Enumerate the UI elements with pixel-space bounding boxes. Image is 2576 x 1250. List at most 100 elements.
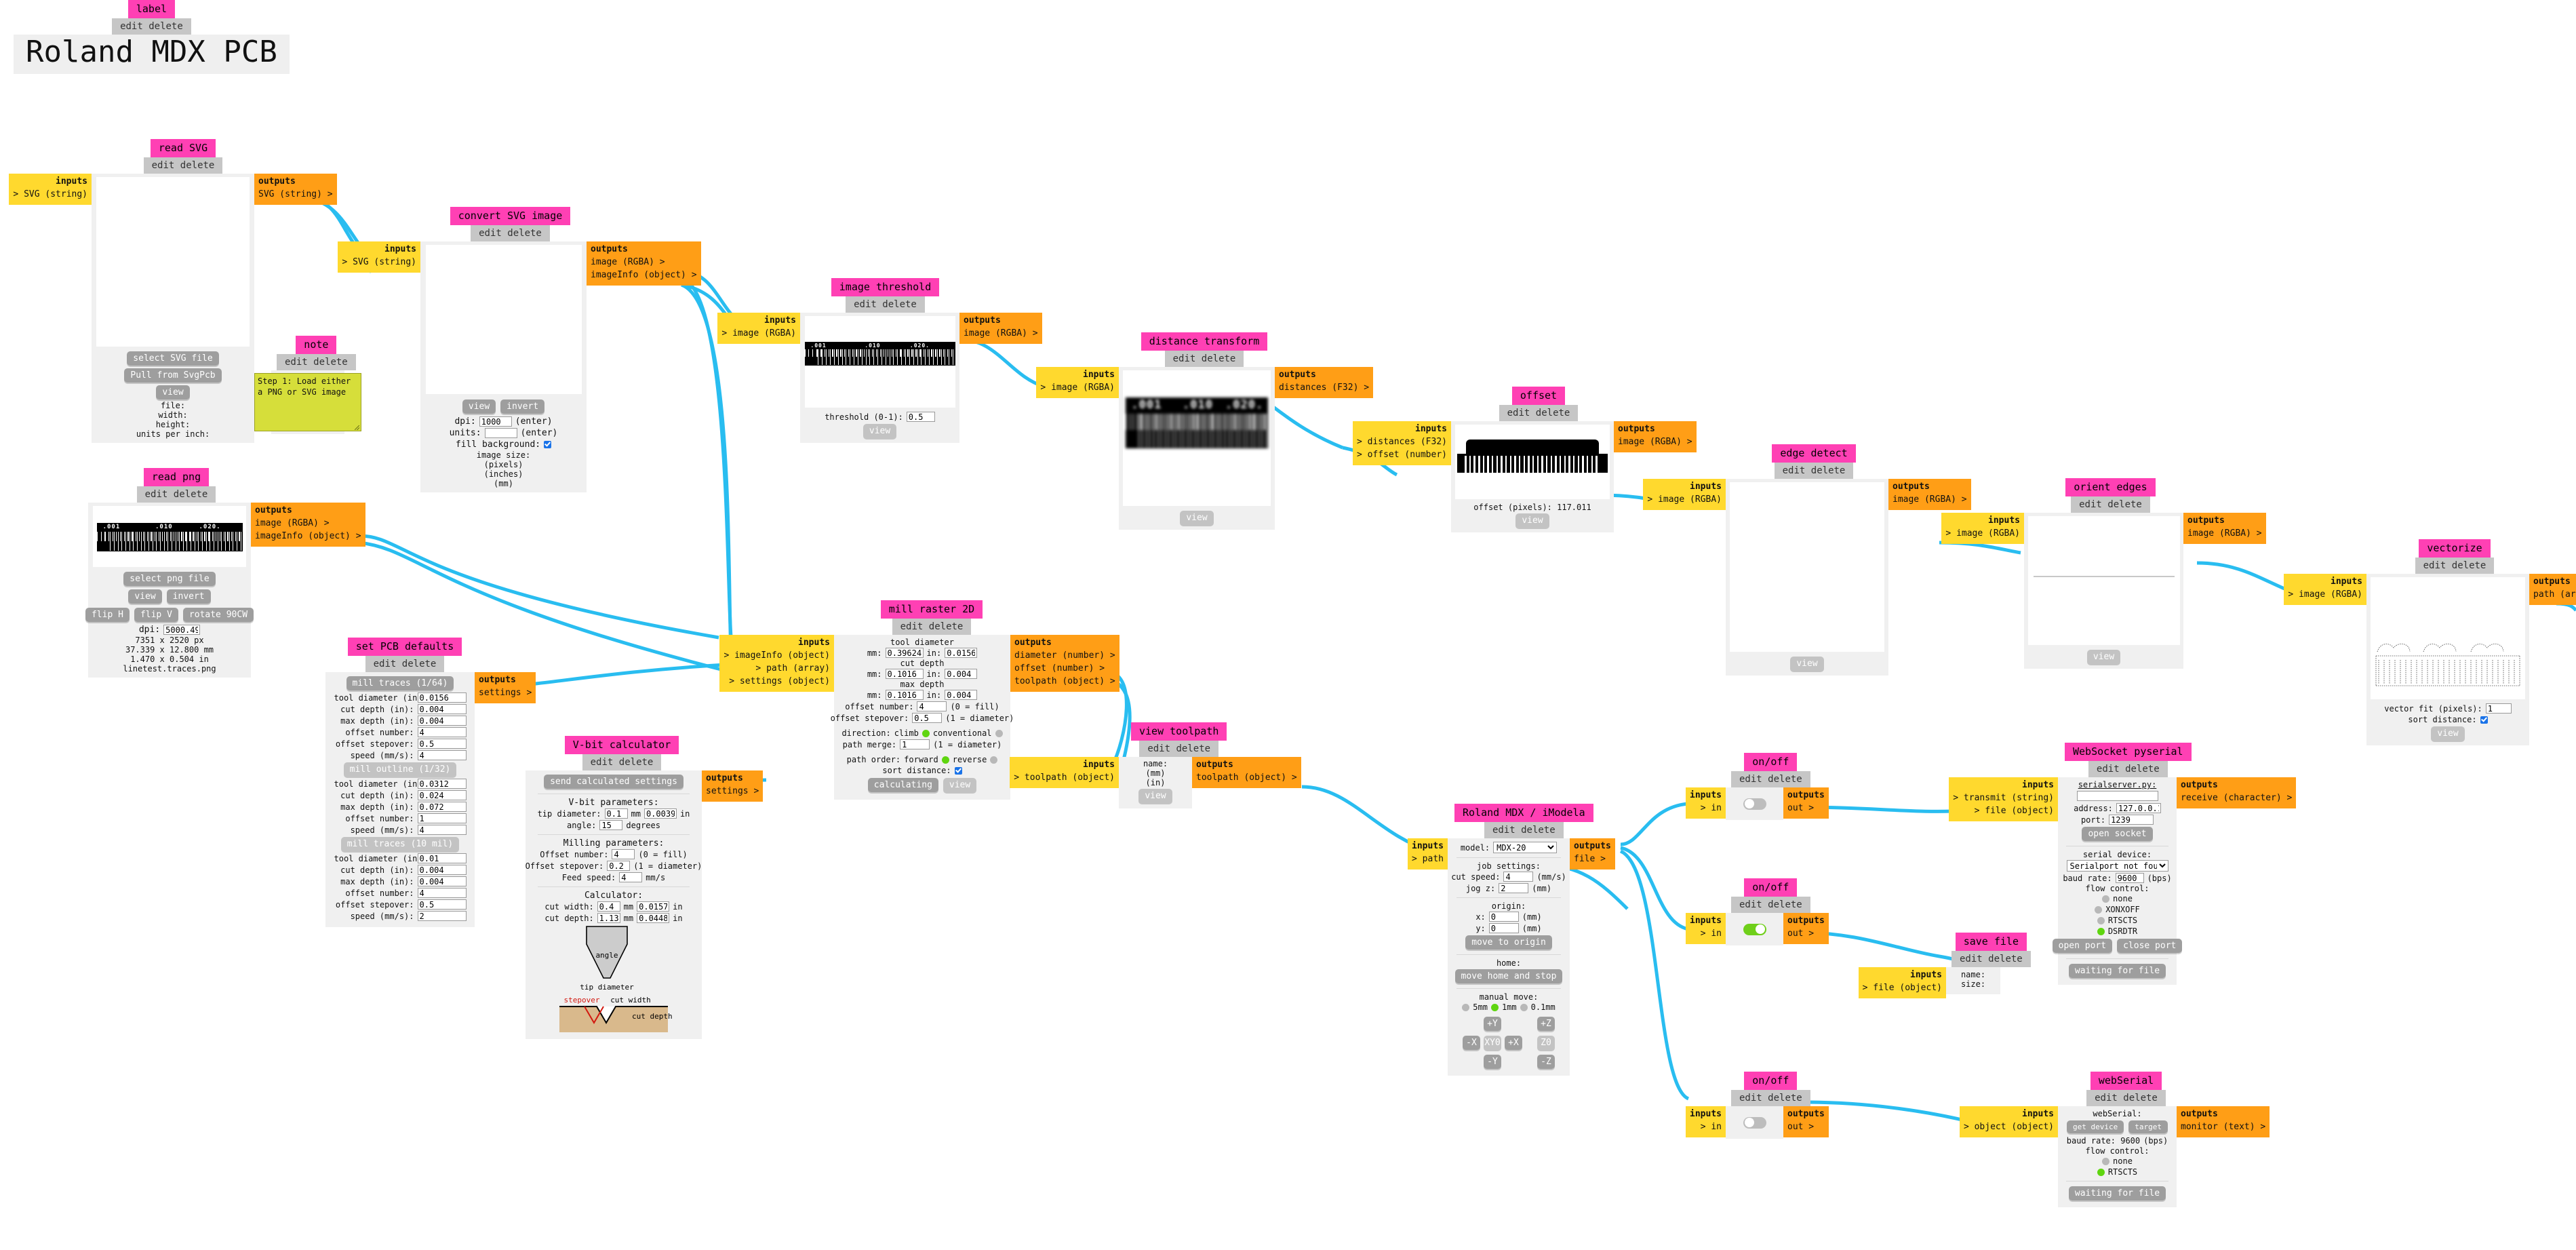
view-button[interactable]: view: [1180, 511, 1214, 526]
jog-plus-z-button[interactable]: +Z: [1537, 1017, 1555, 1032]
node-actions[interactable]: edit delete: [2088, 761, 2168, 778]
offset-stepover-input[interactable]: [912, 713, 943, 724]
edit-action[interactable]: edit: [120, 21, 143, 32]
input-port[interactable]: > in: [1690, 1121, 1722, 1134]
close-port-button[interactable]: close port: [2117, 939, 2183, 954]
offset-stepover-input[interactable]: [607, 861, 631, 872]
offset-number-input[interactable]: [917, 701, 947, 712]
input-port[interactable]: > SVG (string): [13, 189, 87, 201]
delete-action[interactable]: delete: [882, 299, 917, 310]
delete-action[interactable]: delete: [174, 489, 208, 500]
tip-diameter-mm-input[interactable]: [604, 808, 628, 819]
edit-action[interactable]: edit: [1507, 408, 1530, 418]
output-port[interactable]: out >: [1787, 1121, 1825, 1134]
node-vbit-calculator[interactable]: V-bit calculator edit delete outputs set…: [526, 736, 764, 1040]
move-to-origin-button[interactable]: move to origin: [1465, 935, 1552, 950]
invert-button[interactable]: invert: [500, 399, 545, 414]
edit-action[interactable]: edit: [145, 489, 168, 500]
edit-action[interactable]: edit: [2423, 560, 2446, 571]
field-input[interactable]: [417, 739, 467, 749]
output-port-imageinfo[interactable]: imageInfo (object) >: [591, 269, 697, 282]
input-port[interactable]: > toolpath (object): [1014, 772, 1115, 785]
status-button[interactable]: waiting for file: [2068, 1186, 2166, 1201]
flow-dsrdtr-radio[interactable]: [2097, 927, 2105, 935]
field-input[interactable]: [417, 727, 467, 738]
node-actions[interactable]: edit delete: [2086, 1090, 2166, 1107]
node-actions[interactable]: edit delete: [1484, 822, 1564, 839]
input-port[interactable]: > SVG (string): [342, 256, 416, 269]
step-01mm-radio[interactable]: [1520, 1003, 1528, 1011]
angle-input[interactable]: [599, 820, 623, 831]
output-port-diameter[interactable]: diameter (number) >: [1014, 650, 1115, 663]
node-actions[interactable]: edit delete: [277, 354, 356, 371]
dpi-input[interactable]: [479, 416, 512, 427]
flip-h-button[interactable]: flip H: [85, 608, 130, 623]
jog-minus-z-button[interactable]: -Z: [1537, 1055, 1555, 1070]
node-actions[interactable]: edit delete: [471, 225, 550, 242]
on-off-toggle[interactable]: [1743, 798, 1766, 810]
select-png-file-button[interactable]: select png file: [123, 572, 216, 587]
delete-action[interactable]: delete: [619, 757, 654, 768]
on-off-toggle[interactable]: [1743, 1116, 1766, 1129]
node-label[interactable]: label edit delete Roland MDX PCB: [14, 0, 290, 75]
field-input[interactable]: [417, 853, 467, 864]
node-orient-edges[interactable]: orient edges edit delete inputs > image …: [1941, 478, 2266, 669]
delete-action[interactable]: delete: [1176, 743, 1210, 754]
path-merge-input[interactable]: [900, 739, 930, 750]
note-text[interactable]: Step 1: Load either a PNG or SVG image: [254, 373, 361, 432]
direction-climb-radio[interactable]: [922, 729, 930, 737]
preset-mill-traces-164-button[interactable]: mill traces (1/64): [346, 676, 454, 691]
node-note[interactable]: note edit delete Step 1: Load either a P…: [254, 336, 361, 435]
jog-z-input[interactable]: [1499, 883, 1529, 894]
node-on-off-1[interactable]: on/off edit delete inputs > in outputs o…: [1686, 753, 1829, 821]
rotate-90cw-button[interactable]: rotate 90CW: [182, 608, 254, 623]
flow-none-radio[interactable]: [2102, 895, 2110, 903]
max-depth-in-input[interactable]: [945, 690, 978, 701]
input-port-imageinfo[interactable]: > imageInfo (object): [724, 650, 830, 663]
node-actions[interactable]: edit delete: [112, 18, 191, 35]
output-port[interactable]: toolpath (object) >: [1196, 772, 1297, 785]
output-port-imageinfo[interactable]: imageInfo (object) >: [255, 530, 361, 543]
node-actions[interactable]: edit delete: [1731, 1090, 1810, 1107]
node-actions[interactable]: edit delete: [1499, 405, 1579, 422]
delete-action[interactable]: delete: [1768, 774, 1802, 785]
invert-button[interactable]: invert: [166, 589, 211, 604]
delete-action[interactable]: delete: [1536, 408, 1570, 418]
node-actions[interactable]: edit delete: [582, 754, 662, 771]
view-button[interactable]: view: [2431, 726, 2465, 741]
path-order-reverse-radio[interactable]: [990, 756, 998, 764]
input-port-file[interactable]: > file (object): [1953, 805, 2054, 818]
view-button[interactable]: view: [1138, 789, 1172, 804]
jog-z0-button[interactable]: Z0: [1537, 1036, 1555, 1051]
delete-action[interactable]: delete: [2452, 560, 2486, 571]
view-button[interactable]: view: [2086, 650, 2121, 665]
cut-speed-input[interactable]: [1503, 872, 1534, 882]
delete-action[interactable]: delete: [1521, 825, 1555, 836]
edit-action[interactable]: edit: [1960, 954, 1983, 964]
node-read-png[interactable]: read png edit delete outputs image (RGBA…: [85, 468, 365, 678]
serialserver-input[interactable]: [2076, 791, 2158, 802]
jog-plus-y-button[interactable]: +Y: [1484, 1017, 1501, 1032]
flow-rtscts-radio[interactable]: [2097, 1168, 2105, 1176]
output-port[interactable]: image (RGBA) >: [1618, 436, 1692, 449]
node-edge-detect[interactable]: edge detect edit delete inputs > image (…: [1643, 444, 1971, 676]
delete-action[interactable]: delete: [507, 228, 542, 239]
input-port[interactable]: > file (object): [1863, 982, 1942, 995]
cut-width-in-input[interactable]: [637, 901, 670, 912]
sort-distance-checkbox[interactable]: [954, 766, 962, 775]
input-port[interactable]: > image (RGBA): [1945, 528, 2020, 541]
tip-diameter-in-input[interactable]: [643, 808, 677, 819]
delete-action[interactable]: delete: [1988, 954, 2023, 964]
field-input[interactable]: [417, 716, 467, 726]
output-port-settings[interactable]: settings >: [706, 785, 759, 798]
node-view-toolpath[interactable]: view toolpath edit delete inputs > toolp…: [1010, 722, 1301, 809]
node-convert-svg-image[interactable]: convert SVG image edit delete inputs > S…: [338, 207, 701, 493]
input-port-object[interactable]: > object (object): [1964, 1121, 2054, 1134]
node-set-pcb-defaults[interactable]: set PCB defaults edit delete outputs set…: [325, 638, 536, 928]
output-port[interactable]: path (array) >: [2533, 589, 2576, 602]
input-port[interactable]: > in: [1690, 928, 1722, 941]
node-actions[interactable]: edit delete: [1164, 351, 1244, 368]
edit-action[interactable]: edit: [2097, 764, 2120, 775]
cut-depth-in-input[interactable]: [945, 669, 978, 680]
field-input[interactable]: [417, 692, 467, 703]
